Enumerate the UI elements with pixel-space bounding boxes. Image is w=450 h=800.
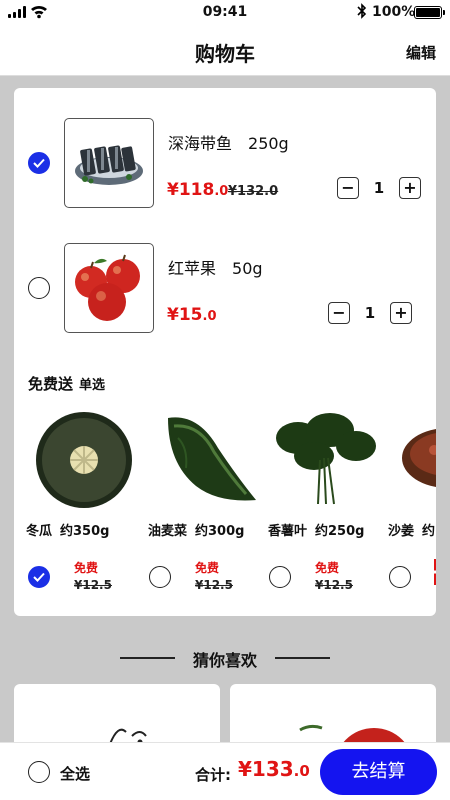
item-original-price: ¥132.0: [228, 184, 279, 199]
recommend-title: 猜你喜欢: [192, 651, 257, 670]
gift-item[interactable]: 香薯叶 约250g 免费 ¥12.5: [264, 398, 384, 608]
gift-item[interactable]: 油麦菜 约300g 免费 ¥12.5: [144, 398, 264, 608]
checkmark-icon: [33, 158, 45, 168]
recommend-header: 猜你喜欢: [0, 644, 450, 670]
sand-ginger-image: [402, 429, 436, 487]
gift-radio-checked[interactable]: [28, 566, 50, 588]
gift-name: 沙姜约: [388, 524, 436, 539]
checkout-button[interactable]: 去结算: [320, 749, 437, 795]
red-apple-image[interactable]: [64, 243, 154, 333]
gift-radio[interactable]: [269, 566, 291, 588]
winter-melon-image: [36, 412, 132, 508]
cart-item: 深海带鱼 250g ¥118.0 ¥132.0 − 1 +: [14, 118, 436, 213]
gift-free-label: 免费: [195, 561, 220, 575]
gift-original-price: ¥12.5: [195, 578, 233, 592]
quantity-stepper: − 1 +: [328, 302, 412, 326]
status-bar: 09:41 100%: [0, 0, 450, 26]
bluetooth-icon: [357, 3, 367, 19]
gift-section-title: 免费送 单选: [28, 375, 106, 393]
item-checkbox[interactable]: [28, 277, 50, 299]
divider: [275, 657, 330, 659]
gift-radio[interactable]: [149, 566, 171, 588]
gift-radio[interactable]: [389, 566, 411, 588]
gift-free-label: 免费: [315, 561, 340, 575]
lettuce-image: [168, 417, 256, 501]
decrease-button[interactable]: −: [328, 302, 350, 324]
select-all-label[interactable]: 全选: [60, 763, 90, 784]
decrease-button[interactable]: −: [337, 177, 359, 199]
quantity-value: 1: [364, 304, 376, 322]
gift-list[interactable]: 冬瓜 约350g 免费 ¥12.5 油麦菜 约300g 免费 ¥12.5 香薯叶…: [14, 398, 436, 608]
sweet-potato-leaf-image: [276, 413, 376, 505]
gift-name: 香薯叶 约250g: [268, 524, 365, 539]
checkout-bar: 全选 合计: ¥133.0 去结算: [0, 742, 450, 800]
total-price: ¥133.0: [238, 757, 310, 781]
gift-name: 冬瓜 约350g: [26, 524, 110, 539]
gift-free-label-clipped: [434, 559, 436, 585]
item-price: ¥118.0: [167, 180, 229, 200]
gift-item[interactable]: 冬瓜 约350g 免费 ¥12.5: [24, 398, 144, 608]
battery-icon: [414, 6, 445, 19]
gift-item[interactable]: 沙姜约: [386, 398, 436, 608]
quantity-stepper: − 1 +: [337, 177, 421, 201]
increase-button[interactable]: +: [390, 302, 412, 324]
item-price: ¥15.0: [167, 305, 217, 325]
cart-card: 深海带鱼 250g ¥118.0 ¥132.0 − 1 + 红苹果 50g ¥1…: [14, 88, 436, 616]
gift-free-label: 免费: [74, 561, 99, 575]
battery-percent: 100%: [372, 4, 416, 20]
gift-original-price: ¥12.5: [74, 578, 112, 592]
gift-name: 油麦菜 约300g: [148, 524, 245, 539]
cart-item: 红苹果 50g ¥15.0 − 1 +: [14, 243, 436, 338]
item-name: 红苹果 50g: [168, 259, 263, 278]
increase-button[interactable]: +: [399, 177, 421, 199]
select-all-checkbox[interactable]: [28, 761, 50, 783]
page-title: 购物车: [195, 42, 255, 66]
nav-bar: 购物车 编辑: [0, 26, 450, 76]
total-label: 合计:: [195, 766, 231, 784]
ribbonfish-image[interactable]: [64, 118, 154, 208]
edit-button[interactable]: 编辑: [406, 42, 436, 63]
checkmark-icon: [33, 572, 45, 582]
gift-original-price: ¥12.5: [315, 578, 353, 592]
item-name: 深海带鱼 250g: [168, 134, 289, 153]
gift-section-subtitle: 单选: [79, 378, 106, 393]
quantity-value: 1: [373, 179, 385, 197]
item-checkbox-checked[interactable]: [28, 152, 50, 174]
